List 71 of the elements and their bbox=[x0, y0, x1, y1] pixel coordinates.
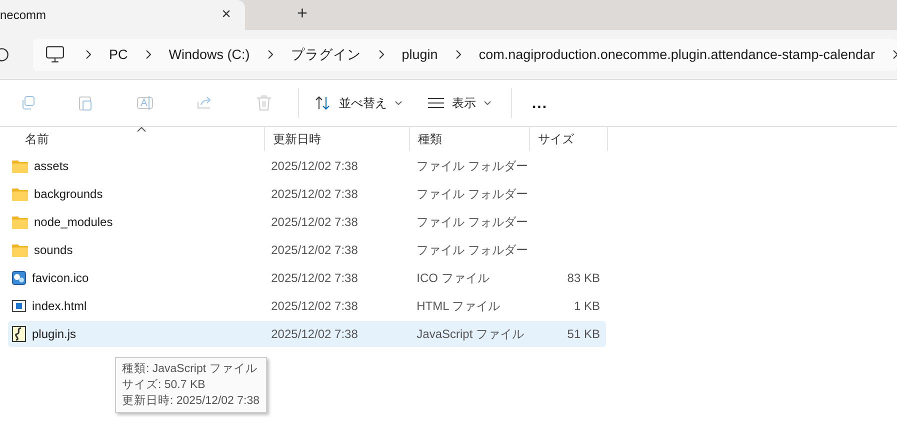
size-cell-text: 1 KB bbox=[572, 299, 601, 313]
chevron-icon[interactable] bbox=[378, 50, 384, 59]
more-button[interactable]: ... bbox=[518, 94, 562, 112]
type-cell-text: ICO ファイル bbox=[416, 270, 490, 286]
tooltip-line: 種類: JavaScript ファイル bbox=[122, 362, 258, 377]
file-name: node_modules bbox=[34, 215, 113, 229]
close-icon[interactable]: × bbox=[222, 6, 231, 24]
caret-icon bbox=[395, 101, 402, 105]
file-name: assets bbox=[34, 159, 69, 173]
type-cell-text: JavaScript ファイル bbox=[416, 326, 525, 342]
date-cell-text: 2025/12/02 7:38 bbox=[270, 299, 359, 313]
file-row[interactable]: assets 2025/12/02 7:38 ファイル フォルダー bbox=[8, 153, 606, 179]
sort-icon bbox=[315, 96, 331, 110]
breadcrumb-item[interactable]: plugin bbox=[402, 47, 438, 62]
date-cell-text: 2025/12/02 7:38 bbox=[270, 159, 359, 173]
size-cell-text: 51 KB bbox=[566, 327, 601, 341]
window-file-icon bbox=[12, 300, 26, 312]
folder-icon bbox=[12, 244, 28, 256]
breadcrumb-item[interactable]: プラグイン bbox=[290, 46, 361, 64]
tooltip-line: 更新日時: 2025/12/02 7:38 bbox=[122, 393, 260, 409]
tab-title: necomm bbox=[0, 8, 46, 22]
monitor-icon bbox=[46, 46, 64, 63]
caret-icon bbox=[484, 101, 491, 105]
date-cell-text: 2025/12/02 7:38 bbox=[270, 243, 359, 257]
image-file-icon bbox=[12, 271, 26, 285]
window-tab[interactable]: necomm × bbox=[0, 0, 245, 30]
file-row[interactable]: favicon.ico 2025/12/02 7:38 ICO ファイル 83 KB bbox=[8, 265, 606, 291]
breadcrumb-item[interactable]: Windows (C:) bbox=[168, 47, 250, 62]
file-name: plugin.js bbox=[32, 327, 76, 341]
lines-icon bbox=[428, 98, 444, 108]
view-button[interactable]: 表示 bbox=[418, 94, 501, 112]
folder-icon bbox=[12, 160, 28, 172]
file-row[interactable]: backgrounds 2025/12/02 7:38 ファイル フォルダー bbox=[8, 181, 606, 207]
file-name: backgrounds bbox=[34, 187, 103, 201]
chevron-icon[interactable] bbox=[86, 50, 91, 59]
file-row[interactable]: node_modules 2025/12/02 7:38 ファイル フォルダー bbox=[8, 209, 606, 235]
date-cell-text: 2025/12/02 7:38 bbox=[270, 271, 359, 285]
column-header[interactable]: 名前 bbox=[0, 127, 265, 151]
file-name: favicon.ico bbox=[32, 271, 89, 285]
date-cell-text: 2025/12/02 7:38 bbox=[270, 187, 359, 201]
sort-caret-icon bbox=[137, 127, 146, 132]
type-cell-text: ファイル フォルダー bbox=[416, 186, 528, 202]
column-header[interactable]: 更新日時 bbox=[265, 127, 410, 151]
type-cell-text: ファイル フォルダー bbox=[416, 158, 528, 174]
tooltip-line: サイズ: 50.7 KB bbox=[122, 378, 206, 393]
file-name: index.html bbox=[32, 299, 87, 313]
type-cell-text: HTML ファイル bbox=[416, 298, 502, 314]
breadcrumb-item[interactable]: PC bbox=[109, 47, 128, 62]
chevron-icon[interactable] bbox=[456, 50, 461, 59]
script-file-icon bbox=[12, 326, 26, 342]
size-cell-text: 83 KB bbox=[566, 271, 601, 285]
date-cell-text: 2025/12/02 7:38 bbox=[270, 327, 359, 341]
chevron-icon[interactable] bbox=[268, 50, 273, 59]
sort-button[interactable]: 並べ替え bbox=[305, 94, 412, 112]
file-name: sounds bbox=[34, 243, 73, 257]
folder-icon bbox=[12, 216, 28, 228]
refresh-icon[interactable] bbox=[0, 48, 9, 62]
chevron-icon[interactable] bbox=[893, 50, 897, 59]
folder-icon bbox=[12, 188, 28, 200]
file-row[interactable]: index.html 2025/12/02 7:38 HTML ファイル 1 KB bbox=[8, 293, 606, 319]
breadcrumb-item[interactable]: com.nagiproduction.onecomme.plugin.attendance-stamp-calendar bbox=[478, 47, 876, 62]
chevron-icon[interactable] bbox=[146, 50, 151, 59]
address-bar[interactable]: PC Windows (C:) プラグイン plugin com.nagiproduction.onecomme.plugin.attendance-stamp-calendar bbox=[33, 38, 897, 70]
new-tab-button[interactable]: + bbox=[297, 3, 308, 24]
column-header[interactable]: 種類 bbox=[410, 127, 530, 151]
date-cell-text: 2025/12/02 7:38 bbox=[270, 215, 359, 229]
file-row[interactable]: plugin.js 2025/12/02 7:38 JavaScript ファイル 51 KB bbox=[8, 321, 606, 347]
column-header[interactable]: サイズ bbox=[530, 127, 608, 151]
type-cell-text: ファイル フォルダー bbox=[416, 242, 528, 258]
file-row[interactable]: sounds 2025/12/02 7:38 ファイル フォルダー bbox=[8, 237, 606, 263]
type-cell-text: ファイル フォルダー bbox=[416, 214, 528, 230]
